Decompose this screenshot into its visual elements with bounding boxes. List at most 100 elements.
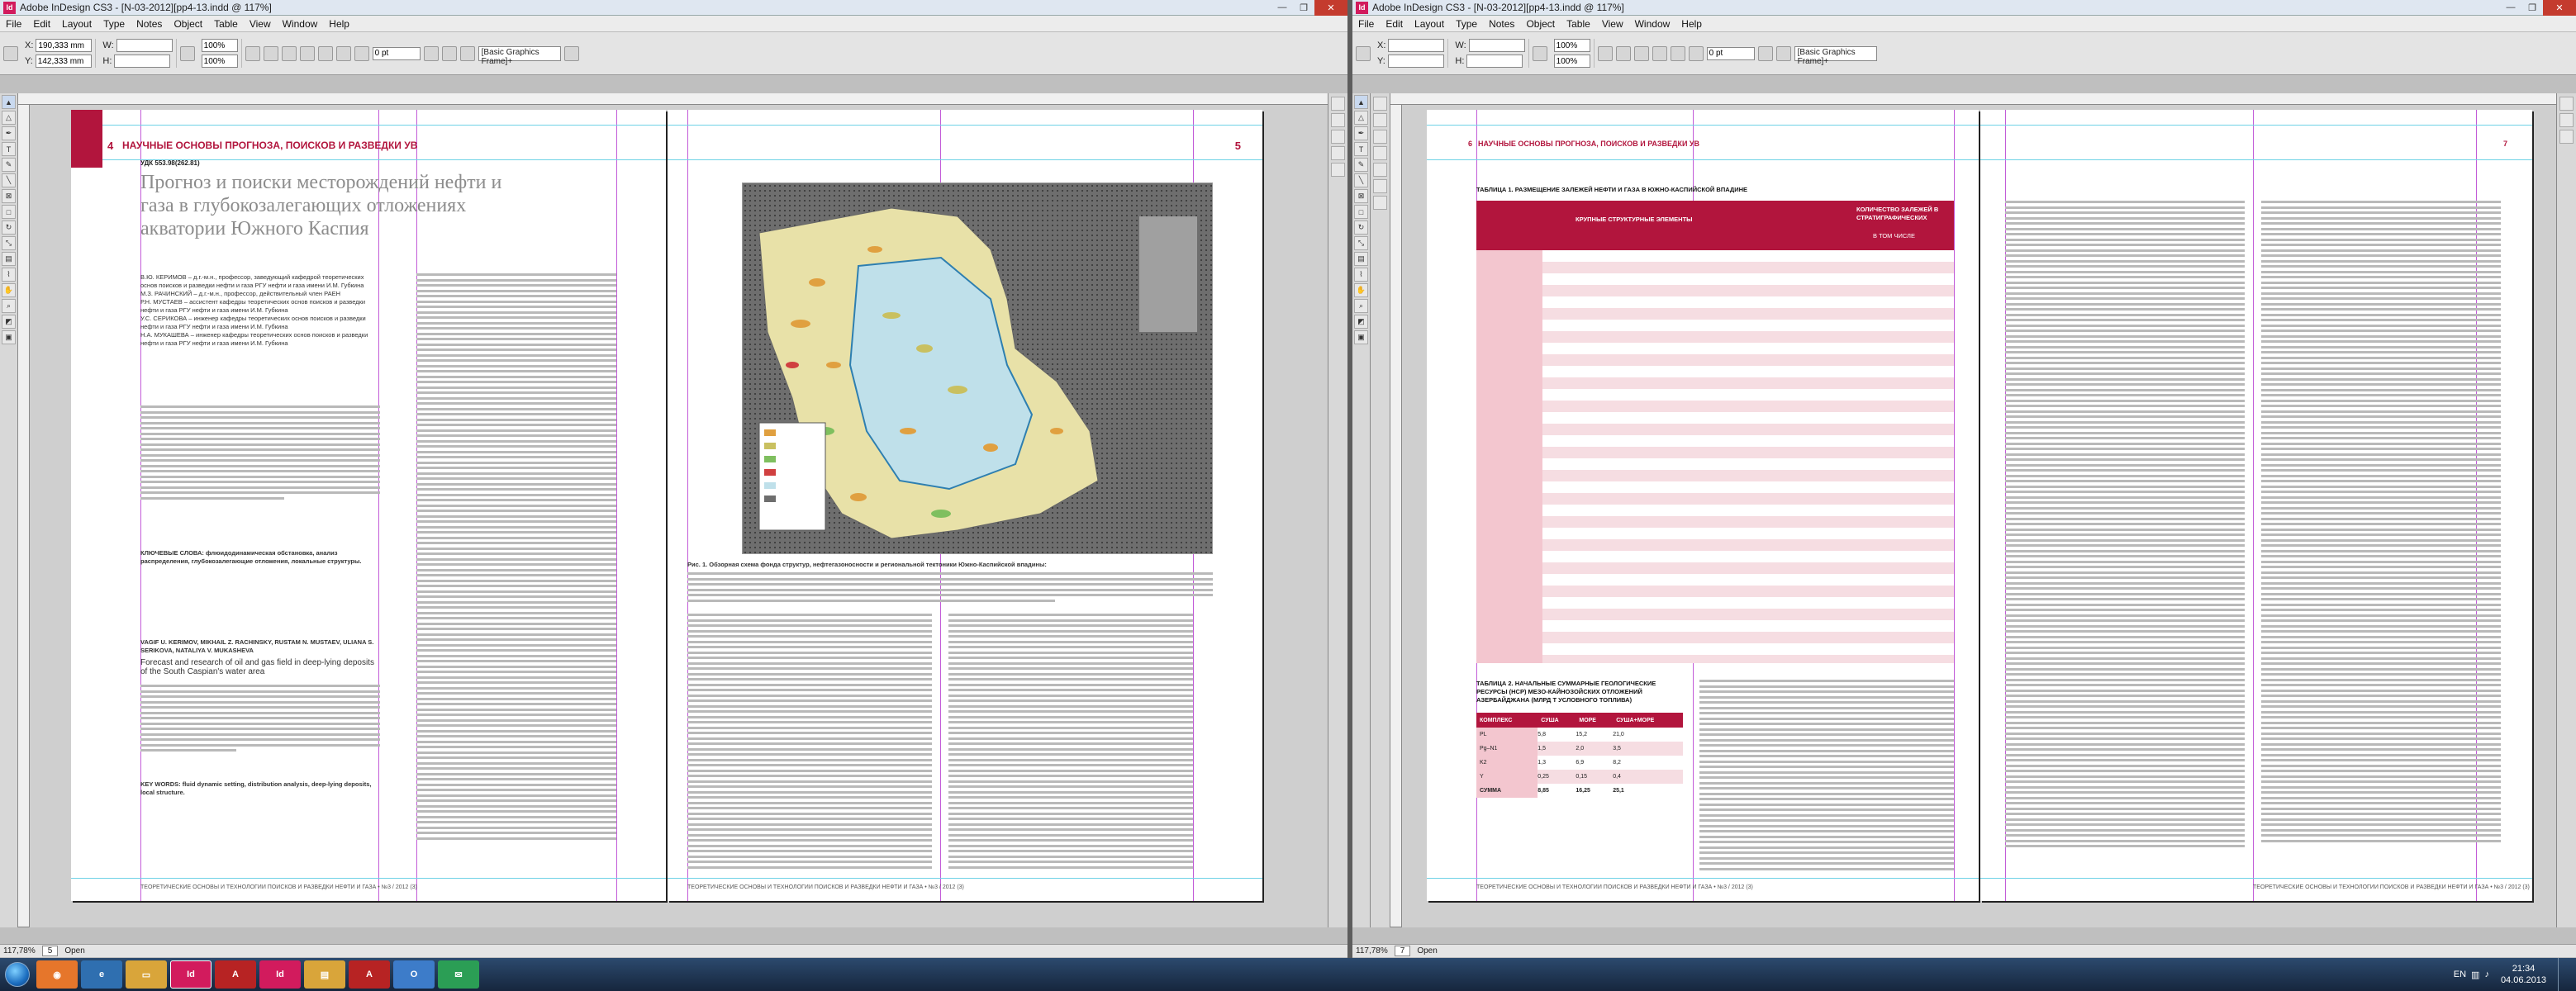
show-desktop-button[interactable] (2558, 958, 2568, 991)
zoom-level[interactable]: 117,78% (1356, 946, 1388, 955)
menu-view[interactable]: View (1596, 18, 1629, 30)
language-indicator[interactable]: EN (2454, 970, 2466, 979)
object-style-select[interactable]: [Basic Graphics Frame]+ (1794, 45, 1877, 66)
page-4[interactable]: 4 НАУЧНЫЕ ОСНОВЫ ПРОГНОЗА, ПОИСКОВ И РАЗ… (71, 110, 666, 901)
fitting-icon[interactable] (441, 45, 457, 61)
pen-tool-icon[interactable]: ✒ (1354, 126, 1368, 140)
y-field[interactable] (1387, 55, 1444, 68)
gradient-tool-icon[interactable]: ▤ (1354, 252, 1368, 266)
type-tool-icon[interactable]: T (2, 142, 16, 156)
menu-layout[interactable]: Layout (1409, 18, 1450, 30)
h-field[interactable] (1466, 55, 1523, 68)
object-style-select[interactable]: [Basic Graphics Frame]+ (478, 45, 561, 66)
maximize-button[interactable]: ❐ (1293, 0, 1314, 16)
pages-panel-icon[interactable] (1373, 97, 1387, 111)
line-tool-icon[interactable]: ╲ (1354, 173, 1368, 187)
files-taskbar-icon[interactable]: ▤ (304, 960, 345, 989)
gradient-tool-icon[interactable]: ▤ (2, 252, 16, 266)
volume-icon[interactable]: ♪ (2484, 970, 2489, 979)
stroke-weight-field[interactable] (372, 46, 421, 60)
vertical-ruler[interactable] (18, 105, 30, 927)
info-panel-icon[interactable] (1373, 146, 1387, 160)
menu-type[interactable]: Type (97, 18, 131, 30)
pencil-tool-icon[interactable]: ✎ (1354, 158, 1368, 172)
page-6[interactable]: 6 НАУЧНЫЕ ОСНОВЫ ПРОГНОЗА, ПОИСКОВ И РАЗ… (1427, 110, 1979, 901)
pen-tool-icon[interactable]: ✒ (2, 126, 16, 140)
scale-tool-icon[interactable]: ⤡ (1354, 236, 1368, 250)
selection-tool-icon[interactable]: ▲ (2, 95, 16, 109)
h-field[interactable] (114, 55, 171, 68)
menu-table[interactable]: Table (208, 18, 244, 30)
select-container-icon[interactable] (317, 45, 333, 61)
shear-icon[interactable] (1615, 45, 1631, 61)
close-button[interactable]: ✕ (2543, 0, 2576, 16)
rotate-icon[interactable] (245, 45, 260, 61)
stroke-panel-icon[interactable] (1373, 179, 1387, 193)
scale-y-field[interactable] (1553, 55, 1590, 68)
menu-edit[interactable]: Edit (1380, 18, 1409, 30)
rectangle-tool-icon[interactable]: □ (2, 205, 16, 219)
outlook-taskbar-icon[interactable]: O (393, 960, 435, 989)
rectangle-tool-icon[interactable]: □ (1354, 205, 1368, 219)
open-status[interactable]: Open (1417, 946, 1437, 955)
pages-panel-icon[interactable] (2559, 97, 2574, 111)
w-field[interactable] (116, 39, 173, 52)
fill-swatch-icon[interactable] (1670, 45, 1685, 61)
zoom-tool-icon[interactable]: ⌕ (2, 299, 16, 313)
menu-type[interactable]: Type (1450, 18, 1483, 30)
maximize-button[interactable]: ❐ (2521, 0, 2543, 16)
view-mode-icon[interactable]: ▣ (1354, 330, 1368, 344)
drop-shadow-icon[interactable] (459, 45, 475, 61)
open-status[interactable]: Open (64, 946, 84, 955)
menu-window[interactable]: Window (1629, 18, 1676, 30)
shear-icon[interactable] (263, 45, 278, 61)
flip-vertical-icon[interactable] (299, 45, 315, 61)
pages-panel-icon[interactable] (1331, 97, 1345, 111)
menu-object[interactable]: Object (168, 18, 208, 30)
zoom-tool-icon[interactable]: ⌕ (1354, 299, 1368, 313)
clock[interactable]: 21:34 04.06.2013 (2494, 963, 2553, 986)
start-button[interactable] (0, 959, 35, 990)
menu-notes[interactable]: Notes (1483, 18, 1520, 30)
rotate-tool-icon[interactable]: ↻ (2, 220, 16, 235)
vertical-ruler[interactable] (1390, 105, 1402, 927)
title-bar[interactable]: Id Adobe InDesign CS3 - [N-03-2012][pp4-… (1352, 0, 2576, 16)
explorer-taskbar-icon[interactable]: e (81, 960, 122, 989)
layers-panel-icon[interactable] (1373, 113, 1387, 127)
swatches-panel-icon[interactable] (1373, 163, 1387, 177)
menu-help[interactable]: Help (1675, 18, 1708, 30)
menu-file[interactable]: File (1352, 18, 1380, 30)
rotate-tool-icon[interactable]: ↻ (1354, 220, 1368, 235)
w-field[interactable] (1468, 39, 1525, 52)
menu-notes[interactable]: Notes (131, 18, 168, 30)
y-field[interactable] (35, 55, 92, 68)
page-5[interactable]: 5 Рис. 1. Обзорная схема фонда структур,… (668, 110, 1262, 901)
network-icon[interactable]: ▥ (2471, 970, 2479, 980)
fill-stroke-icon[interactable]: ◩ (2, 315, 16, 329)
direct-selection-tool-icon[interactable]: △ (1354, 111, 1368, 125)
constrain-proportions-icon[interactable] (1532, 45, 1547, 61)
acrobat-taskbar-icon[interactable]: A (349, 960, 390, 989)
direct-selection-tool-icon[interactable]: △ (2, 111, 16, 125)
type-tool-icon[interactable]: T (1354, 142, 1368, 156)
fill-swatch-icon[interactable] (335, 45, 351, 61)
constrain-proportions-icon[interactable] (179, 45, 195, 61)
swatches-panel-icon[interactable] (1331, 163, 1345, 177)
scale-y-field[interactable] (201, 55, 238, 68)
page-box[interactable]: 7 (1394, 946, 1411, 956)
hand-tool-icon[interactable]: ✋ (1354, 283, 1368, 297)
close-button[interactable]: ✕ (1314, 0, 1347, 16)
menu-help[interactable]: Help (323, 18, 355, 30)
menu-table[interactable]: Table (1561, 18, 1596, 30)
stroke-swatch-icon[interactable] (1688, 45, 1704, 61)
hand-tool-icon[interactable]: ✋ (2, 283, 16, 297)
eyedropper-tool-icon[interactable]: ⌇ (2, 268, 16, 282)
stroke-weight-field[interactable] (1706, 46, 1755, 60)
stroke-panel-icon[interactable] (1331, 146, 1345, 160)
page-7[interactable]: 7 ТЕОРЕТИЧЕСКИЕ ОСНОВЫ И ТЕХНОЛОГИИ ПОИС… (1980, 110, 2532, 901)
fill-stroke-icon[interactable]: ◩ (1354, 315, 1368, 329)
zoom-level[interactable]: 117,78% (3, 946, 36, 955)
layers-panel-icon[interactable] (1331, 113, 1345, 127)
eyedropper-tool-icon[interactable]: ⌇ (1354, 268, 1368, 282)
drop-shadow-icon[interactable] (1775, 45, 1791, 61)
